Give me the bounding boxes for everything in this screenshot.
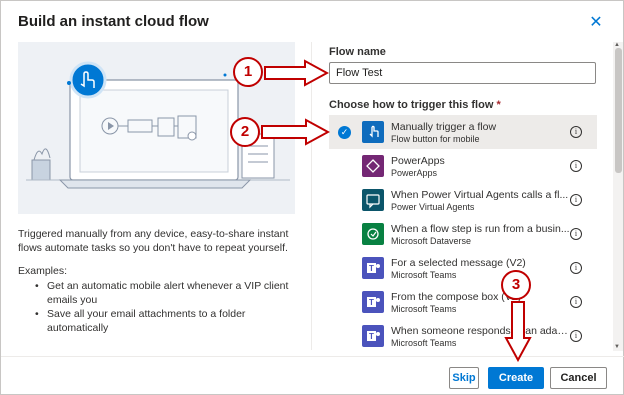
flow-description: Triggered manually from any device, easy… xyxy=(18,228,289,254)
cancel-button[interactable]: Cancel xyxy=(550,367,607,389)
trigger-name: PowerApps xyxy=(391,155,445,167)
teams-icon: T xyxy=(362,325,384,347)
svg-text:T: T xyxy=(369,298,374,307)
trigger-option-pva[interactable]: When Power Virtual Agents calls a fl... … xyxy=(329,183,597,217)
powerapps-icon xyxy=(362,155,384,177)
checkmark-icon: ✓ xyxy=(338,126,351,139)
required-mark: * xyxy=(496,99,501,111)
trigger-option-teams-compose-box[interactable]: T From the compose box (V2) Microsoft Te… xyxy=(329,285,597,319)
trigger-option-powerapps[interactable]: PowerApps PowerApps i xyxy=(329,149,597,183)
trigger-connector: PowerApps xyxy=(391,168,438,178)
dataverse-icon xyxy=(362,223,384,245)
info-icon[interactable]: i xyxy=(570,330,582,342)
info-icon[interactable]: i xyxy=(570,160,582,172)
flow-name-input[interactable] xyxy=(329,62,596,84)
trigger-name: When Power Virtual Agents calls a fl... xyxy=(391,189,569,201)
info-icon[interactable]: i xyxy=(570,296,582,308)
examples-list: Get an automatic mobile alert whenever a… xyxy=(35,279,305,335)
scrollbar-thumb[interactable] xyxy=(615,48,622,173)
example-item: Get an automatic mobile alert whenever a… xyxy=(35,279,305,307)
trigger-name: For a selected message (V2) xyxy=(391,257,526,269)
chat-bot-icon xyxy=(362,189,384,211)
info-icon[interactable]: i xyxy=(570,228,582,240)
trigger-connector: Power Virtual Agents xyxy=(391,202,475,212)
trigger-connector: Microsoft Teams xyxy=(391,304,457,314)
trigger-option-teams-selected-message[interactable]: T For a selected message (V2) Microsoft … xyxy=(329,251,597,285)
info-icon[interactable]: i xyxy=(570,262,582,274)
vertical-divider xyxy=(311,42,312,350)
svg-text:T: T xyxy=(369,332,374,341)
svg-text:T: T xyxy=(369,264,374,273)
trigger-option-manual[interactable]: ✓ Manually trigger a flow Flow button fo… xyxy=(329,115,597,149)
teams-icon: T xyxy=(362,291,384,313)
annotation-arrow-1 xyxy=(264,59,329,87)
trigger-connector: Flow button for mobile xyxy=(391,134,480,144)
examples-label: Examples: xyxy=(18,265,68,277)
trigger-name: When a flow step is run from a busin... xyxy=(391,223,570,235)
dialog-title: Build an instant cloud flow xyxy=(18,13,209,30)
trigger-name: From the compose box (V2) xyxy=(391,291,522,303)
skip-button[interactable]: Skip xyxy=(449,367,479,389)
annotation-step-2: 2 xyxy=(230,117,260,147)
teams-icon: T xyxy=(362,257,384,279)
hand-tap-icon xyxy=(362,121,384,143)
trigger-option-teams-adaptive-card[interactable]: T When someone responds to an adapt... M… xyxy=(329,319,597,351)
trigger-option-dataverse[interactable]: When a flow step is run from a busin... … xyxy=(329,217,597,251)
trigger-connector: Microsoft Teams xyxy=(391,270,457,280)
trigger-connector: Microsoft Teams xyxy=(391,338,457,348)
annotation-arrow-3 xyxy=(504,301,532,362)
trigger-connector: Microsoft Dataverse xyxy=(391,236,472,246)
build-flow-dialog: Build an instant cloud flow ✕ Triggered … xyxy=(0,0,624,395)
info-icon[interactable]: i xyxy=(570,194,582,206)
flow-name-label: Flow name xyxy=(329,46,386,58)
trigger-name: Manually trigger a flow xyxy=(391,121,497,133)
annotation-step-1: 1 xyxy=(233,57,263,87)
info-icon[interactable]: i xyxy=(570,126,582,138)
trigger-list: ✓ Manually trigger a flow Flow button fo… xyxy=(329,115,597,351)
example-item: Save all your email attachments to a fol… xyxy=(35,307,305,335)
annotation-arrow-2 xyxy=(261,118,330,146)
create-button[interactable]: Create xyxy=(488,367,544,389)
trigger-name: When someone responds to an adapt... xyxy=(391,325,571,337)
scroll-down-icon[interactable]: ▼ xyxy=(614,344,620,350)
close-icon[interactable]: ✕ xyxy=(589,15,603,31)
annotation-step-3: 3 xyxy=(501,270,531,300)
trigger-label: Choose how to trigger this flow * xyxy=(329,99,501,111)
